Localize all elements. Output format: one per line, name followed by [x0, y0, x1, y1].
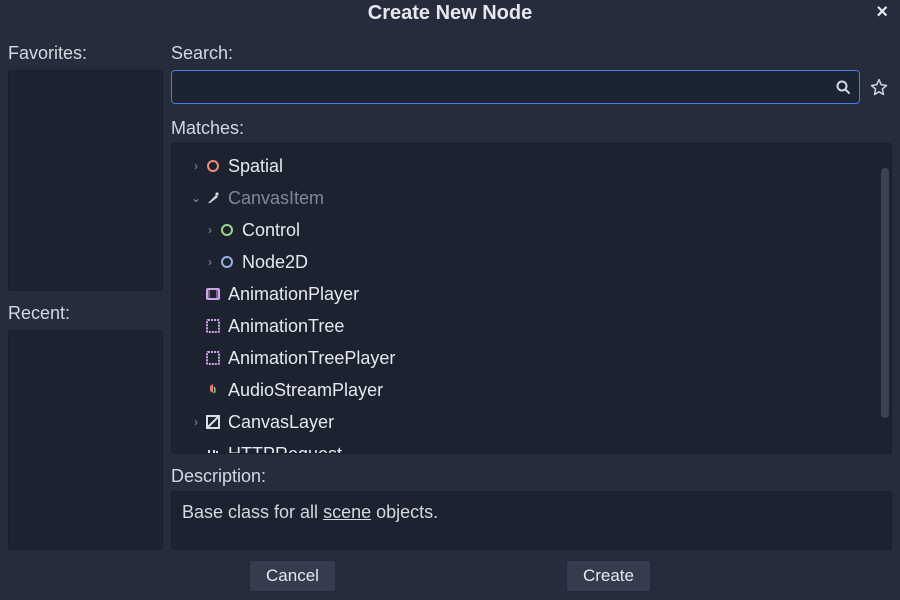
tree-label: AnimationTree	[228, 316, 344, 337]
dialog-buttons: Cancel Create	[0, 550, 900, 600]
recent-label: Recent:	[8, 291, 163, 330]
search-label: Search:	[171, 31, 892, 70]
canvaslayer-icon	[204, 413, 222, 431]
tree-row-spatial[interactable]: › Spatial	[182, 150, 881, 182]
chevron-right-icon[interactable]: ›	[204, 223, 216, 237]
favorites-label: Favorites:	[8, 31, 163, 70]
favorites-list[interactable]	[8, 70, 163, 291]
cancel-button[interactable]: Cancel	[249, 560, 336, 592]
tree-row-animationtree[interactable]: AnimationTree	[182, 310, 881, 342]
tree-label: Node2D	[242, 252, 308, 273]
description-link[interactable]: scene	[323, 502, 371, 522]
search-row	[171, 70, 892, 104]
tree-label: AudioStreamPlayer	[228, 380, 383, 401]
tree-row-httprequest[interactable]: HTTPRequest	[182, 438, 881, 453]
animationtree-icon	[204, 317, 222, 335]
search-input[interactable]	[172, 71, 859, 103]
tree-label: Control	[242, 220, 300, 241]
recent-list[interactable]	[8, 330, 163, 551]
tree-label: HTTPRequest	[228, 444, 342, 454]
tree-label: CanvasLayer	[228, 412, 334, 433]
create-button[interactable]: Create	[566, 560, 651, 592]
chevron-right-icon[interactable]: ›	[190, 159, 202, 173]
titlebar: Create New Node ×	[0, 0, 900, 31]
animationplayer-icon	[204, 285, 222, 303]
tree-row-canvasitem[interactable]: ⌄ CanvasItem	[182, 182, 881, 214]
matches-panel[interactable]: › Spatial ⌄ Ca	[171, 143, 892, 454]
matches-scrollbar[interactable]	[881, 168, 889, 418]
left-column: Favorites: Recent:	[8, 31, 163, 550]
matches-label: Matches:	[171, 104, 892, 143]
close-button[interactable]: ×	[872, 2, 892, 22]
search-icon	[835, 79, 851, 95]
dialog-title: Create New Node	[368, 2, 533, 24]
description-text-prefix: Base class for all	[182, 502, 323, 522]
right-column: Search: Matches:	[171, 31, 892, 550]
tree-row-audiostreamplayer[interactable]: AudioStreamPlayer	[182, 374, 881, 406]
spatial-icon	[204, 157, 222, 175]
tree-row-animationtreeplayer[interactable]: AnimationTreePlayer	[182, 342, 881, 374]
tree-label: Spatial	[228, 156, 283, 177]
tree-label: CanvasItem	[228, 188, 324, 209]
tree-label: AnimationTreePlayer	[228, 348, 395, 369]
favorite-toggle-button[interactable]	[866, 74, 892, 100]
tree-row-canvaslayer[interactable]: › CanvasLayer	[182, 406, 881, 438]
tree-label: AnimationPlayer	[228, 284, 359, 305]
description-text-suffix: objects.	[371, 502, 438, 522]
httprequest-icon	[204, 445, 222, 453]
node2d-icon	[218, 253, 236, 271]
matches-tree: › Spatial ⌄ Ca	[172, 144, 891, 453]
tree-row-animationplayer[interactable]: AnimationPlayer	[182, 278, 881, 310]
create-node-dialog: Create New Node × Favorites: Recent: Sea…	[0, 0, 900, 600]
chevron-right-icon[interactable]: ›	[190, 415, 202, 429]
matches-area: › Spatial ⌄ Ca	[171, 143, 892, 454]
description-label: Description:	[171, 454, 892, 491]
chevron-down-icon[interactable]: ⌄	[190, 191, 202, 205]
chevron-right-icon[interactable]: ›	[204, 255, 216, 269]
animationtreeplayer-icon	[204, 349, 222, 367]
description-panel: Base class for all scene objects.	[171, 491, 892, 550]
tree-row-control[interactable]: › Control	[182, 214, 881, 246]
canvasitem-icon	[204, 189, 222, 207]
audiostreamplayer-icon	[204, 381, 222, 399]
search-input-wrap	[171, 70, 860, 104]
tree-row-node2d[interactable]: › Node2D	[182, 246, 881, 278]
dialog-content: Favorites: Recent: Search:	[0, 31, 900, 550]
control-icon	[218, 221, 236, 239]
